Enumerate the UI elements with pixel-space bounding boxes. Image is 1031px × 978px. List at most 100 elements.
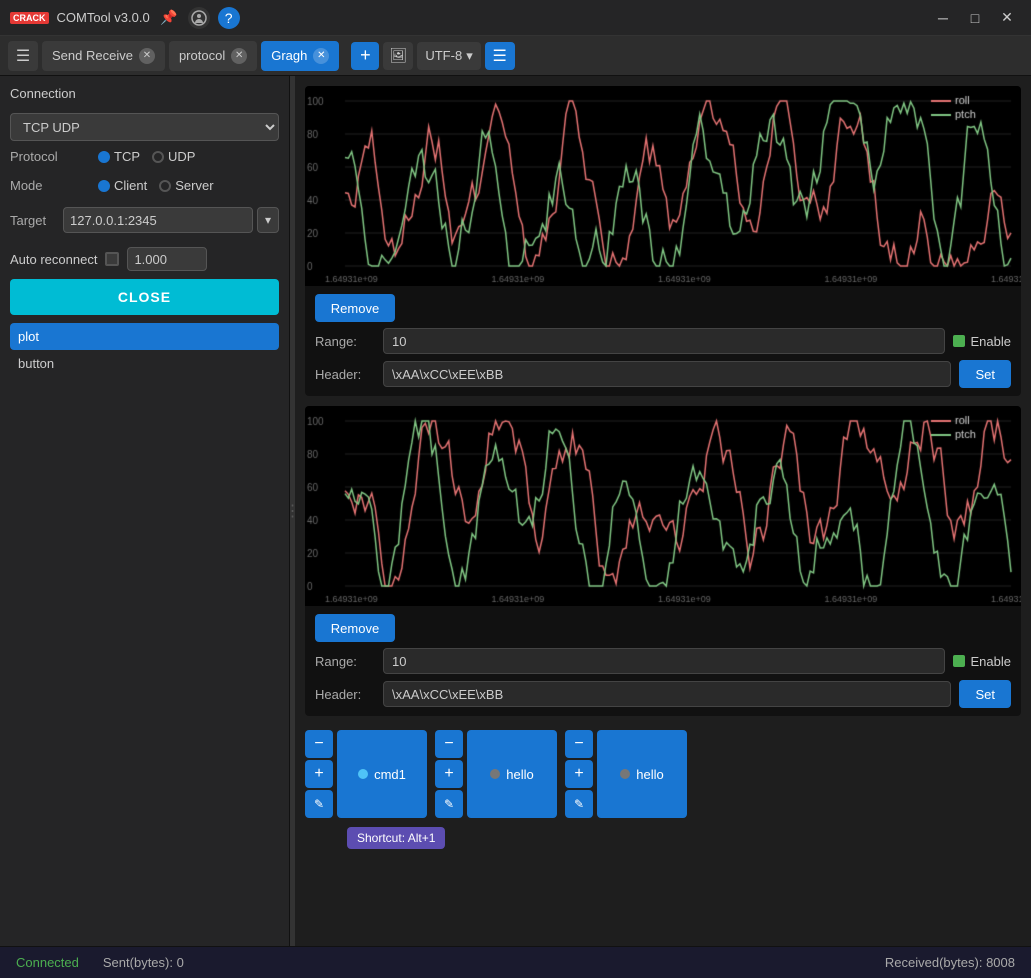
sidebar-item-plot[interactable]: plot [10, 323, 279, 350]
window-controls: ─ □ ✕ [929, 7, 1021, 29]
connection-status: Connected [16, 955, 79, 970]
btn-edit-3[interactable]: ✎ [565, 790, 593, 818]
tab-close-send-receive[interactable]: ✕ [139, 48, 155, 64]
sidebar: Connection TCP UDP Protocol TCP UDP Mode [0, 76, 290, 946]
image-toggle-button[interactable]: 🖼 [383, 42, 413, 70]
server-radio[interactable]: Server [159, 178, 213, 193]
protocol-label: Protocol [10, 149, 90, 164]
btn-controls-3: − + ✎ [565, 730, 593, 818]
range-input-2[interactable] [383, 648, 945, 674]
protocol-row: Protocol TCP UDP [10, 149, 279, 164]
client-label: Client [114, 178, 147, 193]
maximize-button[interactable]: □ [961, 7, 989, 29]
titlebar: CRACK COMTool v3.0.0 📌 ? ─ □ ✕ [0, 0, 1031, 36]
pin-button[interactable]: 📌 [158, 7, 180, 29]
graph-card-2: Remove Range: Enable Header: Set [305, 406, 1021, 716]
main-layout: Connection TCP UDP Protocol TCP UDP Mode [0, 76, 1031, 946]
btn-controls-2: − + ✎ [435, 730, 463, 818]
btn-minus-3[interactable]: − [565, 730, 593, 758]
hello1-label: hello [506, 767, 533, 782]
cmd1-label: cmd1 [374, 767, 406, 782]
enable-group-2: Enable [953, 654, 1011, 669]
statusbar: Connected Sent(bytes): 0 Received(bytes)… [0, 946, 1031, 978]
tab-send-receive[interactable]: Send Receive ✕ [42, 41, 165, 71]
received-info: Received(bytes): 8008 [885, 955, 1015, 970]
udp-label: UDP [168, 149, 195, 164]
menu-button[interactable]: ☰ [8, 41, 38, 71]
btn-edit-2[interactable]: ✎ [435, 790, 463, 818]
mode-label: Mode [10, 178, 90, 193]
header-row-2: Header: Set [315, 680, 1011, 708]
sidebar-item-button[interactable]: button [10, 350, 279, 377]
btn-plus-1[interactable]: + [305, 760, 333, 788]
enable-group-1: Enable [953, 334, 1011, 349]
minimize-button[interactable]: ─ [929, 7, 957, 29]
hello-button-1[interactable]: hello [467, 730, 557, 818]
btn-plus-2[interactable]: + [435, 760, 463, 788]
remove-button-2[interactable]: Remove [315, 614, 395, 642]
range-row-1: Range: Enable [315, 328, 1011, 354]
btn-minus-2[interactable]: − [435, 730, 463, 758]
udp-radio[interactable]: UDP [152, 149, 195, 164]
tab-close-gragh[interactable]: ✕ [313, 48, 329, 64]
header-input-2[interactable] [383, 681, 951, 707]
github-button[interactable] [188, 7, 210, 29]
graph-canvas-2 [305, 406, 1021, 606]
cmd1-radio-dot [358, 769, 368, 779]
tab-protocol[interactable]: protocol ✕ [169, 41, 257, 71]
client-radio[interactable]: Client [98, 178, 147, 193]
button-panel: − + ✎ cmd1 Shortcut: Alt+1 − + [305, 726, 1021, 822]
header-input-1[interactable] [383, 361, 951, 387]
target-input[interactable] [63, 207, 253, 233]
btn-group-2: − + ✎ hello [435, 730, 557, 818]
target-dropdown-btn[interactable]: ▾ [257, 207, 279, 233]
range-label-2: Range: [315, 654, 375, 669]
header-row-1: Header: Set [315, 360, 1011, 388]
btn-edit-1[interactable]: ✎ [305, 790, 333, 818]
hello-button-2[interactable]: hello [597, 730, 687, 818]
tab-close-protocol[interactable]: ✕ [231, 48, 247, 64]
range-row-2: Range: Enable [315, 648, 1011, 674]
encoding-selector[interactable]: UTF-8 ▾ [417, 42, 480, 70]
help-button[interactable]: ? [218, 7, 240, 29]
close-window-button[interactable]: ✕ [993, 7, 1021, 29]
app-title: COMTool v3.0.0 [57, 10, 150, 25]
hello2-label: hello [636, 767, 663, 782]
set-button-2[interactable]: Set [959, 680, 1011, 708]
auto-reconnect-row: Auto reconnect [10, 247, 279, 271]
tab-menu-button[interactable]: ☰ [485, 42, 515, 70]
remove-button-1[interactable]: Remove [315, 294, 395, 322]
header-label-2: Header: [315, 687, 375, 702]
enable-dot-1 [953, 335, 965, 347]
reconnect-value-input[interactable] [127, 247, 207, 271]
tabbar: ☰ Send Receive ✕ protocol ✕ Gragh ✕ + 🖼 … [0, 36, 1031, 76]
cmd1-button[interactable]: cmd1 Shortcut: Alt+1 [337, 730, 427, 818]
hello2-radio-dot [620, 769, 630, 779]
app-logo: CRACK [10, 12, 49, 24]
btn-minus-1[interactable]: − [305, 730, 333, 758]
auto-reconnect-checkbox[interactable] [105, 252, 119, 266]
btn-group-1: − + ✎ cmd1 Shortcut: Alt+1 [305, 730, 427, 818]
content-area: Remove Range: Enable Header: Set [295, 76, 1031, 946]
add-tab-button[interactable]: + [351, 42, 379, 70]
connection-type-dropdown[interactable]: TCP UDP [10, 113, 279, 141]
tcp-radio-dot [98, 151, 110, 163]
target-label: Target [10, 213, 55, 228]
btn-controls-1: − + ✎ [305, 730, 333, 818]
tab-gragh[interactable]: Gragh ✕ [261, 41, 339, 71]
tcp-label: TCP [114, 149, 140, 164]
enable-label-1: Enable [971, 334, 1011, 349]
cmd1-tooltip: Shortcut: Alt+1 [347, 827, 445, 849]
mode-row: Mode Client Server [10, 178, 279, 193]
sent-info: Sent(bytes): 0 [103, 955, 184, 970]
set-button-1[interactable]: Set [959, 360, 1011, 388]
range-label-1: Range: [315, 334, 375, 349]
graph-controls-1: Remove Range: Enable Header: Set [305, 286, 1021, 396]
range-input-1[interactable] [383, 328, 945, 354]
btn-plus-3[interactable]: + [565, 760, 593, 788]
close-button[interactable]: CLOSE [10, 279, 279, 315]
tcp-radio[interactable]: TCP [98, 149, 140, 164]
server-label: Server [175, 178, 213, 193]
header-label-1: Header: [315, 367, 375, 382]
graph-card-1: Remove Range: Enable Header: Set [305, 86, 1021, 396]
